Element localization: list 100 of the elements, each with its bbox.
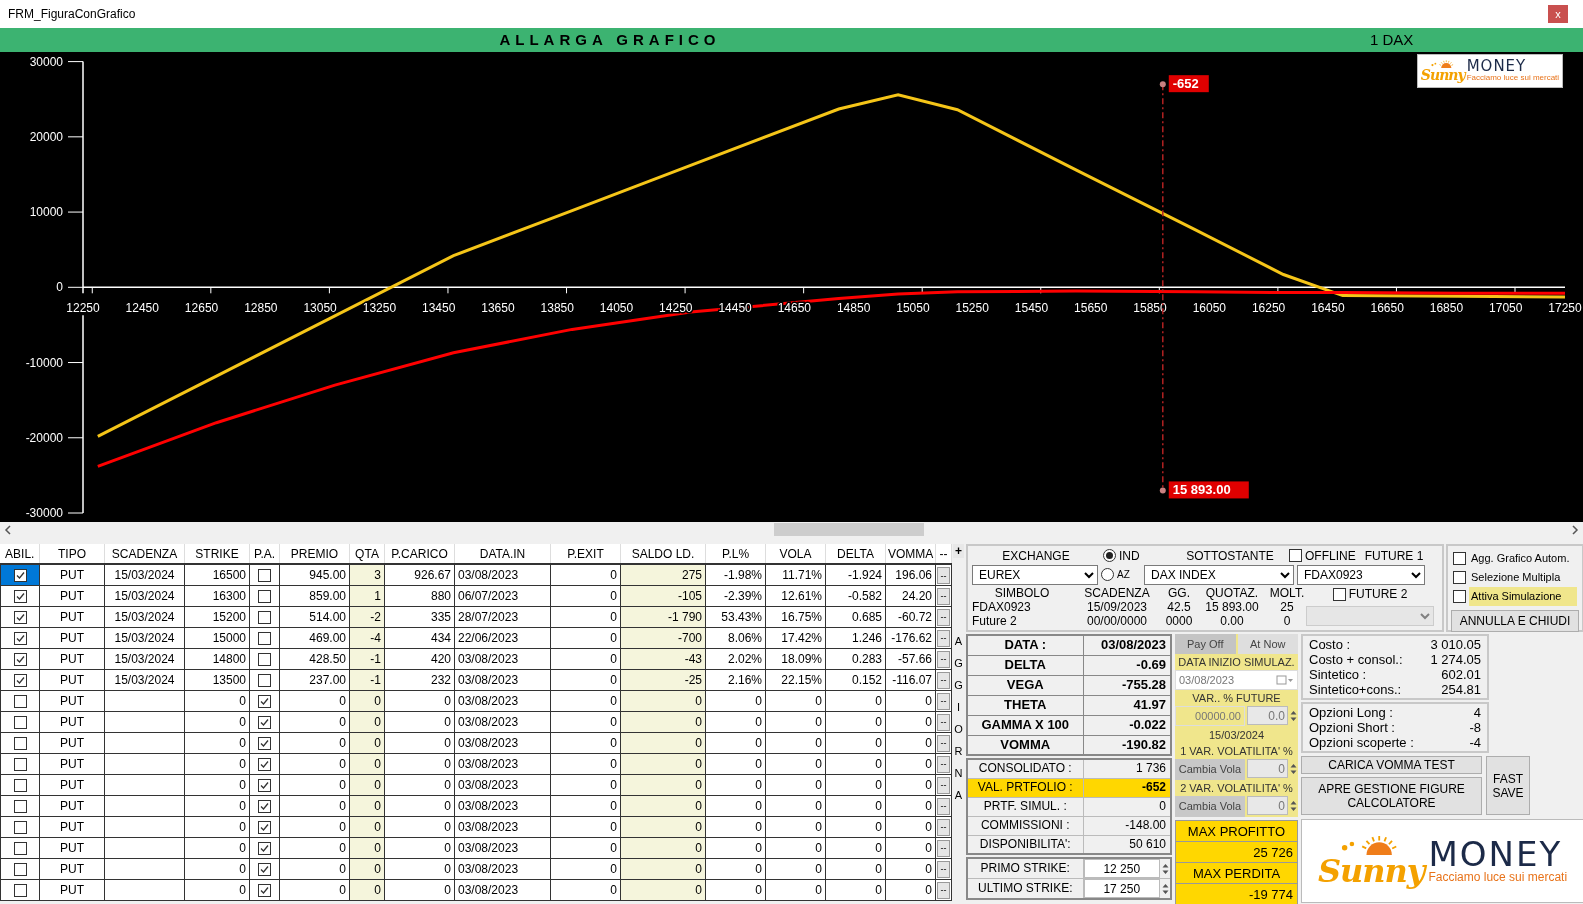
table-cell: -116.07	[885, 669, 936, 690]
column-header: P.CARICO	[384, 544, 455, 564]
checkbox[interactable]	[13, 631, 27, 645]
column-header: P.EXIT	[550, 544, 621, 564]
table-cell: 0	[279, 711, 350, 732]
table-cell: 0	[550, 627, 621, 648]
table-cell: 0	[184, 858, 250, 879]
table-cell: 03/08/2023	[454, 816, 551, 837]
row-button[interactable]: --	[937, 881, 950, 899]
checkbox[interactable]	[258, 799, 271, 813]
table-cell: 0.283	[825, 648, 886, 669]
number-input[interactable]: 17 250	[1083, 879, 1160, 898]
scroll-right-icon[interactable]	[1571, 524, 1579, 535]
table-cell: PUT	[39, 711, 105, 732]
spin-arrows-icon[interactable]	[1161, 861, 1170, 876]
table-cell: 859.00	[279, 585, 350, 606]
table-cell: 469.00	[279, 627, 350, 648]
checkbox[interactable]	[258, 673, 271, 687]
row-button[interactable]: --	[937, 755, 950, 773]
axis-label: 0	[56, 280, 63, 295]
checkbox[interactable]	[1453, 590, 1466, 603]
checkbox[interactable]	[13, 673, 27, 687]
checkbox[interactable]	[13, 883, 27, 897]
checkbox[interactable]	[13, 610, 27, 624]
checkbox[interactable]	[258, 569, 271, 583]
checkbox[interactable]	[13, 715, 27, 729]
enlarge-chart-button[interactable]: ALLARGA GRAFICO	[0, 28, 1220, 52]
checkbox[interactable]	[258, 820, 271, 834]
checkbox[interactable]	[13, 841, 27, 855]
row-button[interactable]: --	[937, 860, 950, 878]
dropdown[interactable]: EUREX	[972, 564, 1098, 585]
table-cell: 0	[550, 606, 621, 627]
row-button[interactable]: --	[937, 734, 950, 752]
update-button[interactable]: AGGIORNA	[954, 630, 963, 806]
field-label: Costo :	[1309, 637, 1351, 652]
row-button[interactable]: --	[937, 839, 950, 857]
table-cell: 03/08/2023	[454, 774, 551, 795]
checkbox[interactable]	[258, 715, 271, 729]
table-cell: -60.72	[885, 606, 936, 627]
checkbox[interactable]	[13, 778, 27, 792]
row-button[interactable]: --	[937, 629, 950, 647]
row-button[interactable]: --	[937, 776, 950, 794]
spin-arrows-icon[interactable]	[1289, 761, 1298, 776]
row-button[interactable]: --	[937, 797, 950, 815]
row-button[interactable]: --	[937, 608, 950, 626]
spin-arrows-icon[interactable]	[1161, 881, 1170, 896]
dropdown[interactable]: FDAX0923	[1297, 564, 1425, 585]
number-input[interactable]: 12 250	[1083, 859, 1160, 878]
row-button[interactable]: --	[937, 671, 950, 689]
checkbox[interactable]	[258, 610, 271, 624]
spin-arrows-icon[interactable]	[1289, 708, 1298, 723]
checkbox[interactable]	[13, 820, 27, 834]
add-button[interactable]: +	[953, 544, 964, 558]
cancel-close-button[interactable]: ANNULLA E CHIUDI	[1451, 610, 1579, 632]
checkbox[interactable]	[13, 736, 27, 750]
checkbox[interactable]	[258, 589, 271, 603]
checkbox[interactable]	[258, 736, 271, 750]
checkbox[interactable]	[258, 757, 271, 771]
checkbox[interactable]	[13, 569, 27, 583]
checkbox[interactable]	[258, 841, 271, 855]
load-test-button[interactable]: CARICA VOMMA TEST	[1301, 756, 1482, 774]
row-button[interactable]: --	[937, 692, 950, 710]
table-cell: 0	[765, 690, 826, 711]
checkbox[interactable]	[13, 589, 27, 603]
radio-button[interactable]	[1103, 549, 1116, 562]
checkbox[interactable]	[258, 694, 271, 708]
scroll-left-icon[interactable]	[4, 524, 12, 535]
scrollbar-thumb[interactable]	[774, 523, 924, 536]
checkbox[interactable]	[1289, 549, 1302, 562]
table-cell: PUT	[39, 837, 105, 858]
checkbox[interactable]	[13, 799, 27, 813]
checkbox[interactable]	[1453, 552, 1466, 565]
spin-arrows-icon[interactable]	[1289, 798, 1298, 813]
fast-save-button[interactable]: FAST SAVE	[1486, 756, 1530, 815]
row-button[interactable]: --	[937, 567, 950, 584]
row-button[interactable]: --	[937, 818, 950, 836]
checkbox[interactable]	[13, 694, 27, 708]
checkbox[interactable]	[258, 883, 271, 897]
row-button[interactable]: --	[937, 587, 950, 605]
info-value: FDAX0923	[972, 600, 1032, 614]
info-value: 25	[1279, 600, 1295, 614]
axis-label: 12850	[244, 301, 278, 316]
table-cell: 0	[550, 795, 621, 816]
row-button[interactable]: --	[937, 650, 950, 668]
table-cell: 0	[384, 774, 455, 795]
checkbox[interactable]	[258, 652, 271, 666]
row-button[interactable]: --	[937, 713, 950, 731]
checkbox[interactable]	[13, 757, 27, 771]
checkbox[interactable]	[258, 631, 271, 645]
checkbox[interactable]	[258, 862, 271, 876]
dropdown[interactable]: DAX INDEX	[1144, 564, 1294, 585]
manage-figures-button[interactable]: APRE GESTIONE FIGURE CALCOLATORE	[1301, 777, 1482, 815]
checkbox[interactable]	[13, 862, 27, 876]
checkbox[interactable]	[13, 652, 27, 666]
axis-label: 14650	[777, 301, 812, 316]
field-value: 4	[1473, 705, 1481, 720]
checkbox[interactable]	[258, 778, 271, 792]
radio-button[interactable]	[1101, 568, 1114, 581]
checkbox[interactable]	[1453, 571, 1466, 584]
close-button[interactable]: x	[1548, 5, 1568, 23]
